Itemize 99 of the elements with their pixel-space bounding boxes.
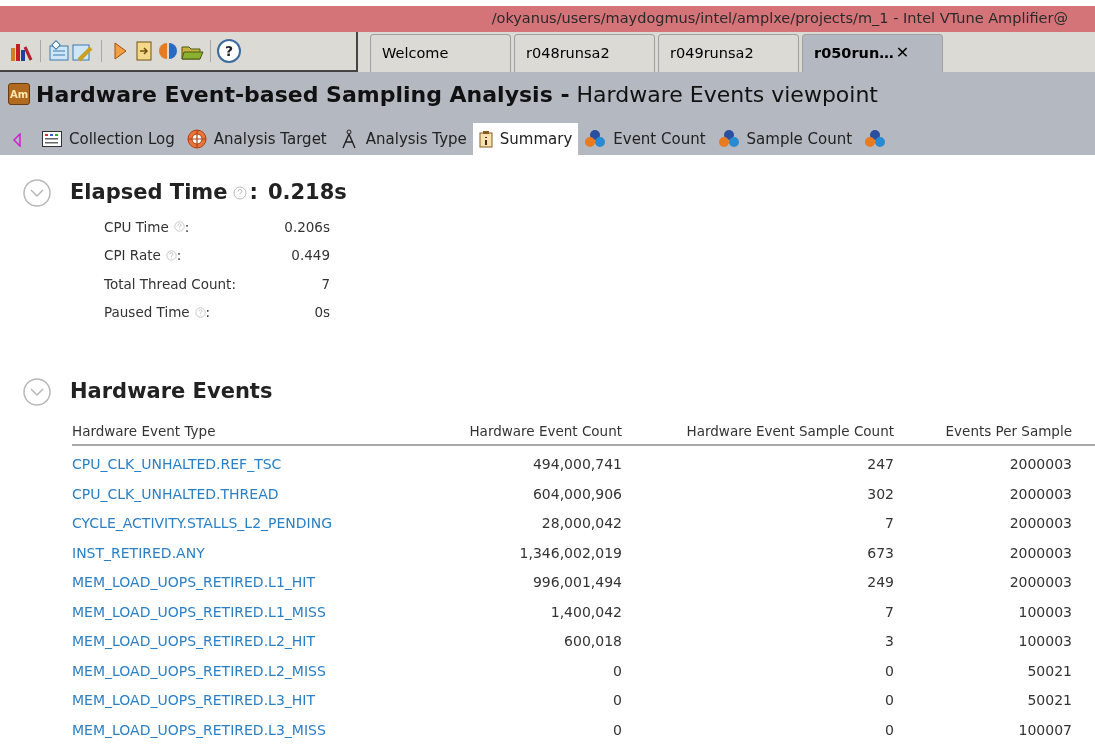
table-cell-text: 100003 xyxy=(1017,632,1072,652)
table-cell-text: 1,346,002,019 xyxy=(518,543,622,563)
separator: : xyxy=(249,179,258,206)
table-cell-text: 50021 xyxy=(1026,691,1072,711)
table-cell-text: 600,018 xyxy=(563,632,622,652)
metric-label: CPU Time xyxy=(104,217,169,237)
table-cell-text: 673 xyxy=(866,543,894,563)
event-link[interactable]: MEM_LOAD_UOPS_RETIRED.L2_HIT xyxy=(72,631,432,653)
table-cell-text: 0 xyxy=(884,691,894,711)
collapse-icon[interactable] xyxy=(22,177,52,208)
table-cell-text: 2000003 xyxy=(1008,455,1072,475)
view-tab[interactable]: Analysis Type xyxy=(332,123,473,155)
event-link[interactable]: MEM_LOAD_UOPS_RETIRED.L1_HIT xyxy=(72,572,432,594)
window-title: /okyanus/users/maydogmus/intel/amplxe/projects/m_1 - Intel VTune Amplifier@ xyxy=(491,9,1068,29)
tab-label: Collection Log xyxy=(69,128,175,150)
tab-label: Event Count xyxy=(613,128,706,150)
separator: : xyxy=(231,274,236,294)
document-tab[interactable]: r048runsa2 xyxy=(514,34,655,72)
event-link[interactable]: MEM_LOAD_UOPS_RETIRED.L2_MISS xyxy=(72,660,432,682)
tab-label: Sample Count xyxy=(746,128,853,150)
tab-label: r048runsa2 xyxy=(526,43,610,63)
target-icon xyxy=(186,129,207,149)
table-cell-text: 0 xyxy=(612,720,622,740)
log-icon xyxy=(42,131,62,147)
tab-label: Analysis Target xyxy=(213,128,327,150)
elapsed-value: 0.218s xyxy=(267,179,347,206)
event-link[interactable]: CYCLE_ACTIVITY.STALLS_L2_PENDING xyxy=(72,513,432,535)
table-cell-text: 0 xyxy=(612,661,622,681)
separator: : xyxy=(184,217,190,237)
metric-label: CPI Rate xyxy=(104,246,161,266)
molecule-icon xyxy=(864,129,887,149)
tab-label: r049runsa2 xyxy=(670,43,754,63)
help-icon[interactable] xyxy=(173,221,185,233)
table-cell-text: 100007 xyxy=(1017,720,1072,740)
table-cell-text: 2000003 xyxy=(1008,573,1072,593)
table-cell-text: 996,001,494 xyxy=(531,573,622,593)
table-cell-text: 0 xyxy=(612,691,622,711)
column-header[interactable]: Hardware Event Type xyxy=(72,420,432,442)
event-link[interactable]: MEM_LOAD_UOPS_RETIRED.L3_MISS xyxy=(72,719,432,741)
project-icon[interactable] xyxy=(47,40,71,63)
event-link[interactable]: MEM_LOAD_UOPS_RETIRED.L1_MISS xyxy=(72,601,432,623)
table-cell-text: 494,000,741 xyxy=(531,455,622,475)
event-link[interactable]: INST_RETIRED.ANY xyxy=(72,542,432,564)
document-tab[interactable]: Welcome xyxy=(370,34,511,72)
app-logo: Am xyxy=(8,83,30,106)
event-link[interactable]: CPU_CLK_UNHALTED.THREAD xyxy=(72,483,432,505)
document-tab[interactable]: r050run…✕ xyxy=(802,34,943,72)
info-icon xyxy=(478,130,493,148)
tab-label: r050run… xyxy=(814,43,894,63)
tab-label: Welcome xyxy=(382,43,449,63)
table-cell-text: 7 xyxy=(884,514,894,534)
view-tab[interactable]: Collection Log xyxy=(36,123,181,155)
document-tab[interactable]: r049runsa2 xyxy=(658,34,799,72)
view-tab[interactable]: Event Count xyxy=(578,123,712,155)
metric-value: 0.449 xyxy=(291,246,330,266)
table-cell-text: 249 xyxy=(866,573,894,593)
metric-label: Paused Time xyxy=(104,303,190,323)
tab-label: Summary xyxy=(499,128,573,150)
table-cell-text: 2000003 xyxy=(1008,514,1072,534)
section-title: Hardware Events xyxy=(70,378,273,406)
metric-value: 0s xyxy=(314,303,330,323)
table-cell-text: 7 xyxy=(884,602,894,622)
table-cell-text: 0 xyxy=(884,720,894,740)
column-header[interactable]: Hardware Event Sample Count xyxy=(622,420,894,442)
view-tab[interactable]: Sample Count xyxy=(711,123,859,155)
separator: : xyxy=(176,246,182,266)
table-cell-text: 50021 xyxy=(1026,661,1072,681)
event-link[interactable]: MEM_LOAD_UOPS_RETIRED.L3_HIT xyxy=(72,690,432,712)
scroll-left-icon[interactable] xyxy=(12,133,22,147)
event-link[interactable]: CPU_CLK_UNHALTED.REF_TSC xyxy=(72,454,432,476)
table-cell-text: 247 xyxy=(866,455,894,475)
section-title: Elapsed Time xyxy=(70,179,228,206)
column-header[interactable]: Events Per Sample xyxy=(894,420,1072,442)
table-cell-text: 3 xyxy=(884,632,894,652)
view-tab[interactable]: Analysis Target xyxy=(180,123,333,155)
table-cell-text: 302 xyxy=(866,484,894,504)
metric-value: 0.206s xyxy=(284,217,330,237)
view-tab[interactable]: Summary xyxy=(472,123,579,155)
table-cell-text: 1,400,042 xyxy=(549,602,622,622)
close-icon[interactable]: ✕ xyxy=(895,41,910,66)
table-cell-text: 2000003 xyxy=(1008,484,1072,504)
molecule-icon xyxy=(584,129,607,149)
column-header[interactable]: Hardware Event Count xyxy=(432,420,622,442)
help-icon[interactable] xyxy=(194,306,206,318)
table-cell-text: 28,000,042 xyxy=(540,514,622,534)
separator: : xyxy=(205,303,211,323)
table-cell-text: 2000003 xyxy=(1008,543,1072,563)
table-cell-text: 604,000,906 xyxy=(531,484,622,504)
help-icon[interactable] xyxy=(233,185,248,200)
help-button[interactable]: ? xyxy=(217,39,241,64)
help-icon[interactable] xyxy=(165,249,177,261)
metric-value: 7 xyxy=(321,274,330,294)
analysis-title: Hardware Event-based Sampling Analysis - Hardware Events viewpoint xyxy=(36,81,878,109)
table-cell-text: 0 xyxy=(884,661,894,681)
table-cell-text: 100003 xyxy=(1017,602,1072,622)
tab-label: Analysis Type xyxy=(365,128,467,150)
metric-label: Total Thread Count xyxy=(104,274,232,294)
molecule-icon xyxy=(717,129,740,149)
collapse-icon[interactable] xyxy=(22,377,52,408)
